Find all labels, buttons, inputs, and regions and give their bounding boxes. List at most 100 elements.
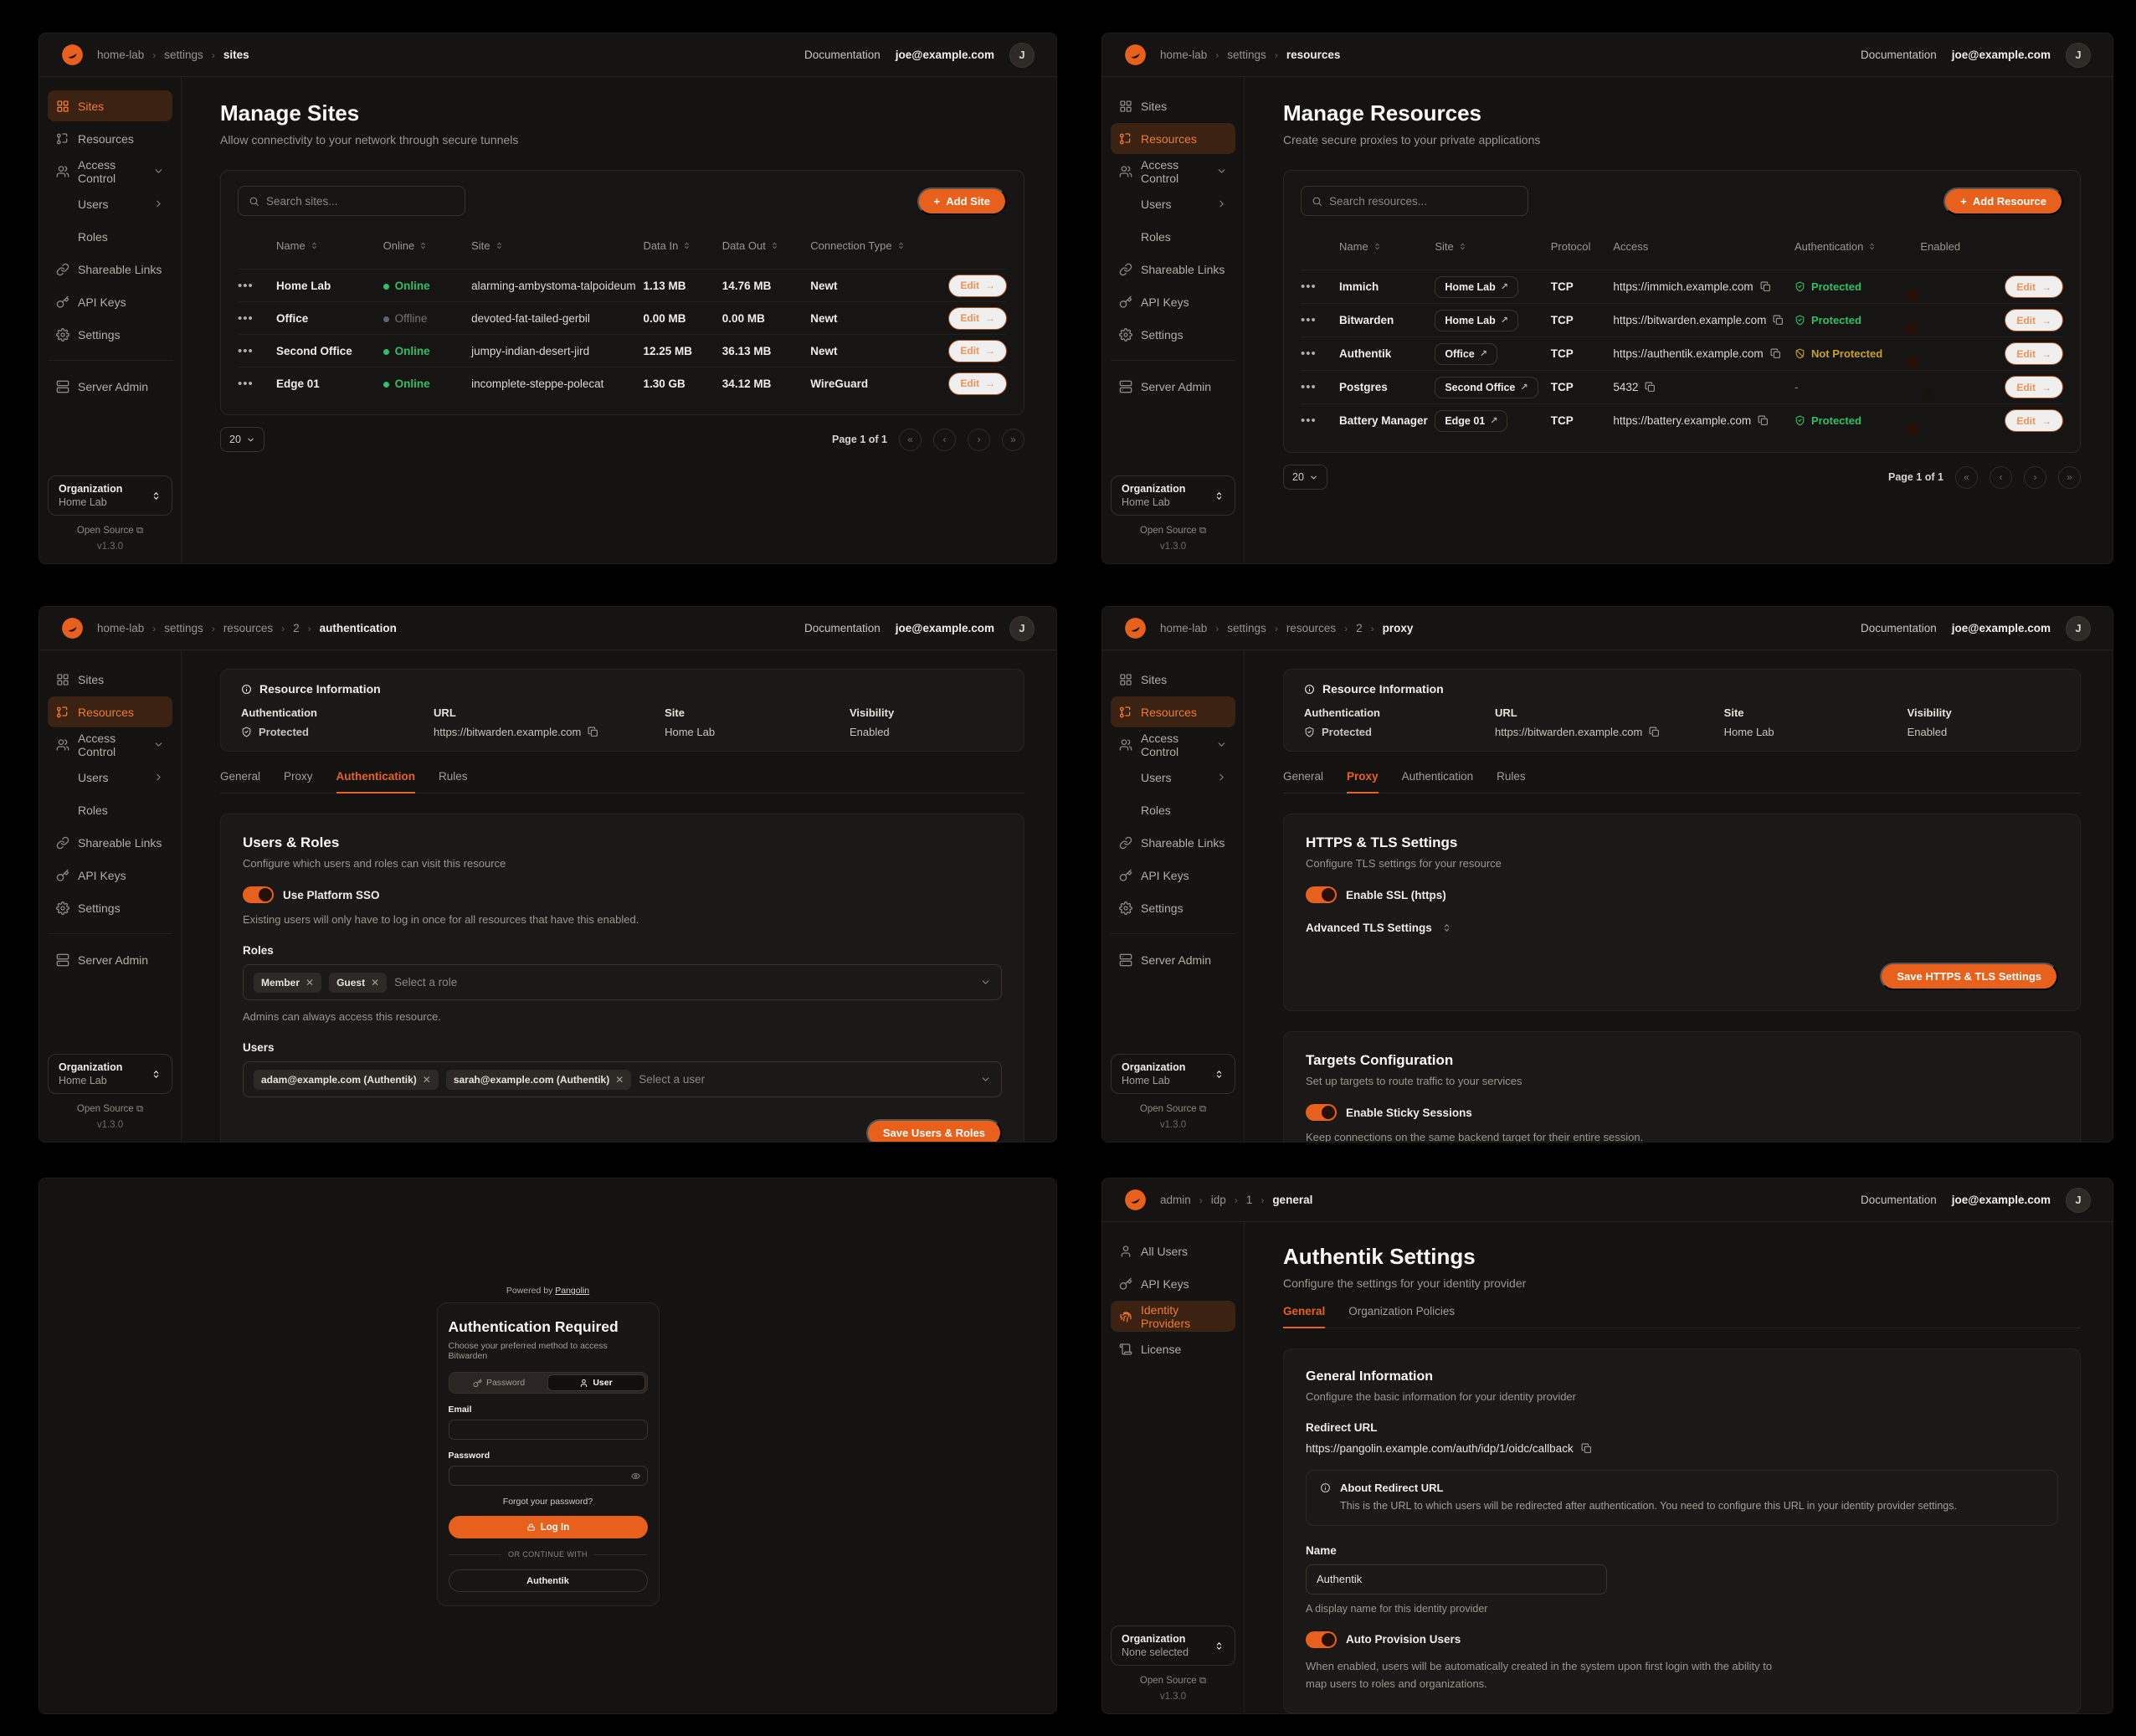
copy-icon[interactable] [1770, 348, 1781, 359]
documentation-link[interactable]: Documentation [804, 49, 881, 61]
enable-ssl-toggle[interactable] [1306, 886, 1337, 903]
pangolin-link[interactable]: Pangolin [555, 1286, 589, 1296]
copy-icon[interactable] [588, 727, 598, 737]
sidebar-item-server-admin[interactable]: Server Admin [48, 944, 172, 975]
sidebar-item-settings[interactable]: Settings [48, 319, 172, 350]
site-chip[interactable]: Edge 01↗ [1435, 410, 1507, 432]
documentation-link[interactable]: Documentation [1861, 49, 1937, 61]
row-menu-button[interactable]: ••• [1301, 280, 1339, 294]
user-chip[interactable]: sarah@example.com (Authentik)✕ [446, 1070, 631, 1090]
documentation-link[interactable]: Documentation [1861, 622, 1937, 634]
col-site[interactable]: Site [471, 239, 643, 252]
row-menu-button[interactable]: ••• [1301, 413, 1339, 428]
breadcrumb[interactable]: home-lab› settings› resources› 2› authen… [97, 622, 397, 634]
sidebar-item-roles[interactable]: Roles [1111, 221, 1235, 252]
authentik-sso-button[interactable]: Authentik [449, 1569, 648, 1592]
role-chip[interactable]: Guest✕ [329, 973, 387, 993]
platform-sso-toggle[interactable] [243, 886, 274, 903]
sidebar-item-resources[interactable]: Resources [48, 123, 172, 154]
prev-page-button[interactable]: ‹ [1990, 466, 2012, 489]
sidebar-item-access-control[interactable]: Access Control [48, 156, 172, 187]
col-authentication[interactable]: Authentication [1795, 240, 1920, 253]
sidebar-item-all-users[interactable]: All Users [1111, 1235, 1235, 1266]
avatar[interactable]: J [2066, 1188, 2091, 1213]
sidebar-item-sites[interactable]: Sites [1111, 90, 1235, 121]
sidebar-item-resources[interactable]: Resources [1111, 696, 1235, 727]
row-menu-button[interactable]: ••• [238, 344, 276, 358]
avatar[interactable]: J [2066, 616, 2091, 641]
organization-picker[interactable]: OrganizationHome Lab [1111, 475, 1235, 516]
row-menu-button[interactable]: ••• [1301, 313, 1339, 327]
col-site[interactable]: Site [1435, 240, 1550, 253]
sidebar-item-sites[interactable]: Sites [48, 664, 172, 695]
breadcrumb[interactable]: home-lab› settings› sites [97, 49, 249, 61]
add-site-button[interactable]: +Add Site [917, 187, 1007, 215]
copy-icon[interactable] [1581, 1443, 1592, 1454]
documentation-link[interactable]: Documentation [1861, 1194, 1937, 1206]
eye-icon[interactable] [631, 1471, 640, 1481]
row-menu-button[interactable]: ••• [1301, 380, 1339, 394]
sidebar-item-api-keys[interactable]: API Keys [1111, 1268, 1235, 1299]
sidebar-item-settings[interactable]: Settings [48, 892, 172, 923]
tab-user[interactable]: User [547, 1374, 645, 1391]
avatar[interactable]: J [2066, 43, 2091, 68]
open-source-link[interactable]: Open Source ⧉ [1111, 1676, 1235, 1687]
copy-icon[interactable] [1645, 382, 1656, 393]
tab-rules[interactable]: Rules [439, 770, 468, 793]
copy-icon[interactable] [1760, 281, 1771, 292]
prev-page-button[interactable]: ‹ [933, 429, 956, 451]
row-menu-button[interactable]: ••• [238, 279, 276, 293]
sidebar-item-shareable-links[interactable]: Shareable Links [48, 827, 172, 858]
next-page-button[interactable]: › [968, 429, 990, 451]
sidebar-item-users[interactable]: Users [1111, 188, 1235, 219]
tab-rules[interactable]: Rules [1497, 770, 1526, 793]
log-in-button[interactable]: Log In [449, 1516, 648, 1538]
tab-proxy[interactable]: Proxy [1347, 770, 1379, 794]
tab-general[interactable]: General [1283, 1305, 1325, 1328]
breadcrumb[interactable]: home-lab› settings› resources› 2› proxy [1160, 622, 1413, 634]
edit-button[interactable]: Edit→ [2005, 342, 2063, 365]
pangolin-logo[interactable] [1124, 1189, 1147, 1211]
sidebar-item-access-control[interactable]: Access Control [1111, 156, 1235, 187]
pangolin-logo[interactable] [61, 617, 84, 639]
avatar[interactable]: J [1009, 616, 1035, 641]
pangolin-logo[interactable] [1124, 44, 1147, 66]
open-source-link[interactable]: Open Source ⧉ [1111, 526, 1235, 537]
copy-icon[interactable] [1758, 415, 1769, 426]
email-field[interactable] [449, 1420, 648, 1440]
copy-icon[interactable] [1649, 727, 1660, 737]
pangolin-logo[interactable] [61, 44, 84, 66]
sidebar-item-shareable-links[interactable]: Shareable Links [48, 254, 172, 285]
edit-button[interactable]: Edit→ [948, 340, 1007, 362]
sidebar-item-settings[interactable]: Settings [1111, 319, 1235, 350]
edit-button[interactable]: Edit→ [2005, 275, 2063, 298]
pangolin-logo[interactable] [1124, 617, 1147, 639]
col-name[interactable]: Name [276, 239, 383, 252]
row-menu-button[interactable]: ••• [238, 377, 276, 391]
tab-password[interactable]: Password [451, 1374, 547, 1391]
site-chip[interactable]: Office↗ [1435, 343, 1497, 365]
breadcrumb[interactable]: home-lab› settings› resources [1160, 49, 1340, 61]
col-connection-type[interactable]: Connection Type [810, 239, 927, 252]
password-field[interactable] [449, 1466, 648, 1486]
sidebar-item-users[interactable]: Users [48, 188, 172, 219]
first-page-button[interactable]: « [1955, 466, 1978, 489]
sidebar-item-access-control[interactable]: Access Control [1111, 729, 1235, 760]
col-name[interactable]: Name [1339, 240, 1435, 253]
next-page-button[interactable]: › [2024, 466, 2046, 489]
organization-picker[interactable]: OrganizationHome Lab [48, 1054, 172, 1094]
tab-organization-policies[interactable]: Organization Policies [1348, 1305, 1455, 1328]
sidebar-item-users[interactable]: Users [1111, 762, 1235, 793]
site-chip[interactable]: Home Lab↗ [1435, 310, 1518, 331]
forgot-password-link[interactable]: Forgot your password? [449, 1497, 648, 1507]
search-input[interactable]: Search resources... [1301, 186, 1528, 216]
tab-authentication[interactable]: Authentication [336, 770, 416, 794]
first-page-button[interactable]: « [899, 429, 922, 451]
remove-chip-icon[interactable]: ✕ [371, 977, 379, 989]
organization-picker[interactable]: OrganizationHome Lab [1111, 1054, 1235, 1094]
remove-chip-icon[interactable]: ✕ [615, 1074, 624, 1086]
edit-button[interactable]: Edit→ [948, 275, 1007, 297]
advanced-tls-collapsible[interactable]: Advanced TLS Settings [1306, 922, 2058, 934]
col-online[interactable]: Online [383, 239, 471, 252]
remove-chip-icon[interactable]: ✕ [423, 1074, 431, 1086]
